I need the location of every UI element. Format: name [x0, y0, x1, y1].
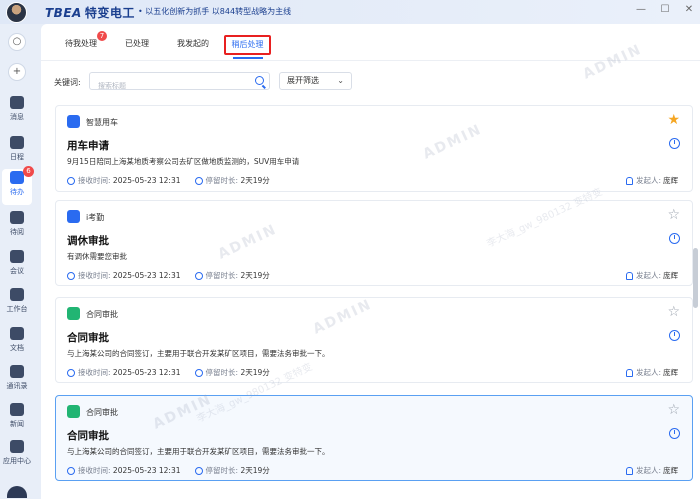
star-icon[interactable]: ☆ [667, 207, 680, 223]
meeting-icon [10, 250, 24, 263]
user-avatar[interactable] [6, 2, 27, 23]
later-clock-icon[interactable] [669, 233, 680, 244]
contract-icon [67, 405, 80, 418]
item-meta: 接收时间: 2025-05-23 12:31 停留时长: 2天19分 [67, 367, 270, 378]
contract-icon [67, 307, 80, 320]
check-icon [67, 176, 75, 185]
todo-badge: 6 [23, 166, 34, 177]
sidebar-item-calendar[interactable]: 日程 [0, 134, 34, 170]
item-description: 9月15日陪同上海某地质考察公司去矿区做地质监测的，SUV用车申请 [67, 157, 300, 166]
sidebar-item-document[interactable]: 文档 [0, 325, 34, 361]
time-icon [194, 176, 203, 185]
sidebar-item-toread[interactable]: 待阅 [0, 209, 34, 245]
slogan-text: • 以五化创新为抓手 以844转型战略为主线 [138, 7, 292, 16]
list-item[interactable]: 合同审批 合同审批 与上海某公司的合同签订，主要用于联合开发某矿区项目，需要法务… [55, 395, 693, 481]
person-icon [625, 271, 633, 280]
check-icon [67, 368, 75, 377]
list-item[interactable]: i考勤 调休审批 有调休需要您审批 接收时间: 2025-05-23 12:31… [55, 200, 693, 286]
sidebar-item-appcenter[interactable]: 应用中心 [0, 438, 34, 474]
list-item[interactable]: 智慧用车 用车申请 9月15日陪同上海某地质考察公司去矿区做地质监测的，SUV用… [55, 105, 693, 192]
todo-icon [10, 171, 24, 184]
star-icon[interactable]: ☆ [667, 402, 680, 418]
check-icon [67, 271, 75, 280]
minimize-icon[interactable]: — [634, 3, 648, 17]
main-panel: 待我处理 7 已处理 我发起的 稍后处理 关键词: 展开筛选 ⌄ 智慧用车 用车… [41, 24, 700, 499]
message-icon [10, 96, 24, 109]
maximize-icon[interactable]: ☐ [658, 3, 672, 17]
time-icon [194, 466, 203, 475]
add-icon[interactable]: + [8, 63, 26, 81]
contacts-icon [10, 365, 24, 378]
title-bar: TBEA 特变电工 • 以五化创新为抓手 以844转型战略为主线 — ☐ ✕ [0, 0, 700, 24]
sidebar-item-meeting[interactable]: 会议 [0, 248, 34, 284]
sidebar-item-message[interactable]: 消息 [0, 94, 34, 130]
toread-icon [10, 211, 24, 224]
star-icon[interactable]: ★ [667, 112, 680, 128]
item-meta: 接收时间: 2025-05-23 12:31 停留时长: 2天19分 [67, 175, 270, 186]
item-description: 与上海某公司的合同签订，主要用于联合开发某矿区项目，需要法务审批一下。 [67, 349, 330, 358]
company-logo: TBEA 特变电工 [45, 6, 135, 20]
initiator: 发起人: 庞辉 [625, 175, 678, 186]
tab-bar: 待我处理 7 已处理 我发起的 稍后处理 [41, 24, 700, 61]
tab-later[interactable]: 稍后处理 [224, 35, 271, 55]
workbench-icon [10, 288, 24, 301]
item-description: 有调休需要您审批 [67, 252, 127, 261]
keyword-label: 关键词: [54, 78, 81, 87]
document-icon [10, 327, 24, 340]
search-box [89, 72, 270, 94]
search-input[interactable] [90, 78, 240, 94]
person-icon [625, 176, 633, 185]
later-clock-icon[interactable] [669, 330, 680, 341]
close-icon[interactable]: ✕ [682, 3, 696, 17]
expand-filter-dropdown[interactable]: 展开筛选 ⌄ [279, 72, 352, 90]
appcenter-icon [10, 440, 24, 453]
item-title: 调休审批 [67, 235, 109, 247]
later-clock-icon[interactable] [669, 428, 680, 439]
time-icon [194, 368, 203, 377]
search-icon[interactable]: ○ [8, 33, 26, 51]
list-item[interactable]: 合同审批 合同审批 与上海某公司的合同签订，主要用于联合开发某矿区项目，需要法务… [55, 297, 693, 383]
sidebar-item-workbench[interactable]: 工作台 [0, 286, 34, 322]
initiator: 发起人: 庞辉 [625, 367, 678, 378]
calendar-icon [10, 136, 24, 149]
sidebar-item-contacts[interactable]: 通讯录 [0, 363, 34, 399]
person-icon [625, 466, 633, 475]
attendance-icon [67, 210, 80, 223]
tab-initiated[interactable]: 我发起的 [177, 38, 209, 49]
pending-badge: 7 [97, 31, 107, 41]
tab-processed[interactable]: 已处理 [125, 38, 149, 49]
star-icon[interactable]: ☆ [667, 304, 680, 320]
item-meta: 接收时间: 2025-05-23 12:31 停留时长: 2天19分 [67, 465, 270, 476]
active-tab-indicator [233, 57, 263, 59]
chevron-down-icon: ⌄ [337, 76, 344, 85]
sidebar-item-todo[interactable]: 待办 6 [2, 166, 34, 205]
car-icon [67, 115, 80, 128]
time-icon [194, 271, 203, 280]
later-clock-icon[interactable] [669, 138, 680, 149]
scrollbar[interactable] [693, 248, 698, 308]
item-description: 与上海某公司的合同签订，主要用于联合开发某矿区项目，需要法务审批一下。 [67, 447, 330, 456]
item-title: 合同审批 [67, 430, 109, 442]
person-icon [625, 368, 633, 377]
search-icon[interactable] [255, 76, 264, 85]
item-title: 用车申请 [67, 140, 109, 152]
check-icon [67, 466, 75, 475]
news-icon [10, 403, 24, 416]
tab-pending[interactable]: 待我处理 7 [65, 31, 107, 49]
sidebar: ○ + 消息 日程 待办 6 待阅 会议 工作台 文档 通讯录 新闻 应用中心 [0, 24, 34, 499]
item-meta: 接收时间: 2025-05-23 12:31 停留时长: 2天19分 [67, 270, 270, 281]
initiator: 发起人: 庞辉 [625, 270, 678, 281]
initiator: 发起人: 庞辉 [625, 465, 678, 476]
assistant-avatar[interactable] [7, 486, 27, 498]
item-title: 合同审批 [67, 332, 109, 344]
sidebar-item-news[interactable]: 新闻 [0, 401, 34, 437]
